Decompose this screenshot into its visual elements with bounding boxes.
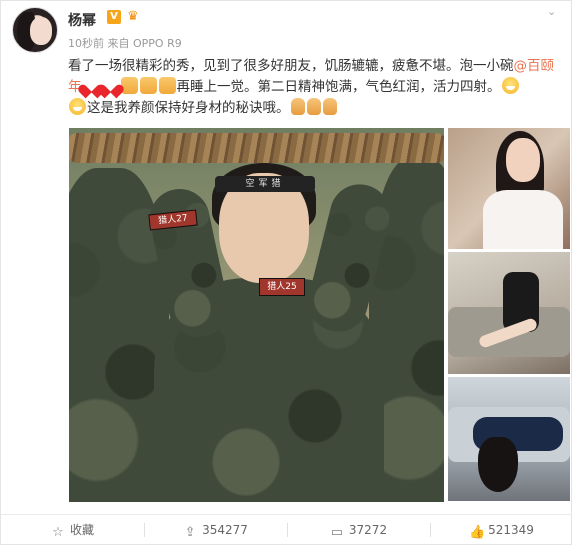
user-name[interactable]: 杨幂 xyxy=(68,10,96,30)
post-image-2[interactable] xyxy=(448,128,570,249)
comment-icon: ▭ xyxy=(330,525,344,540)
victory-emoji-icon xyxy=(322,98,337,115)
source-prefix: 来自 xyxy=(107,37,130,50)
thumbs-up-icon: 👍 xyxy=(469,525,486,540)
name-patch: 猎人25 xyxy=(259,278,305,296)
victory-emoji-icon xyxy=(290,98,305,115)
thumbs-up-emoji-icon xyxy=(158,77,176,94)
thumbs-up-emoji-icon xyxy=(139,77,157,94)
weibo-post-card: 杨幂 V ♛ ⌄ 10秒前 来自 OPPO R9 看了一场很精彩的秀，见到了很多… xyxy=(0,0,572,545)
post-meta: 10秒前 来自 OPPO R9 xyxy=(68,35,182,51)
grin-emoji-icon xyxy=(501,77,519,94)
post-main-image[interactable]: 空军猎 猎人25 猎人27 xyxy=(69,128,444,502)
star-icon: ☆ xyxy=(52,525,64,540)
share-icon: ⇪ xyxy=(184,525,196,540)
heart-emoji-icon xyxy=(102,77,119,94)
post-text-part2: 再睡上一觉。第二日精神饱满，气色红润，活力四射。 xyxy=(176,79,501,95)
post-image-3[interactable] xyxy=(448,252,570,374)
verified-badge-icon: V xyxy=(107,10,121,24)
crown-icon[interactable]: ♛ xyxy=(125,9,141,25)
post-text-part3: 这是我养颜保持好身材的秘诀哦。 xyxy=(87,100,290,116)
favorite-label: 收藏 xyxy=(69,523,94,537)
post-source[interactable]: OPPO R9 xyxy=(133,37,182,50)
post-text-part1: 看了一场很精彩的秀，见到了很多好朋友，饥肠辘辘，疲惫不堪。泡一小碗 xyxy=(68,58,514,74)
chevron-down-icon[interactable]: ⌄ xyxy=(547,6,561,17)
like-button[interactable]: 👍 521349 xyxy=(430,514,572,545)
post-image-4[interactable] xyxy=(448,377,570,501)
share-count: 354277 xyxy=(202,523,248,537)
grin-emoji-icon xyxy=(69,98,86,115)
share-button[interactable]: ⇪ 354277 xyxy=(144,514,287,545)
post-text: 看了一场很精彩的秀，见到了很多好朋友，饥肠辘辘，疲惫不堪。泡一小碗@百颐年 再睡上… xyxy=(68,56,566,119)
favorite-button[interactable]: ☆ 收藏 xyxy=(1,514,144,545)
headband-text: 空军猎 xyxy=(215,176,315,192)
user-avatar[interactable] xyxy=(12,7,58,53)
comment-button[interactable]: ▭ 37272 xyxy=(287,514,430,545)
like-count: 521349 xyxy=(488,523,534,537)
victory-emoji-icon xyxy=(306,98,321,115)
comment-count: 37272 xyxy=(348,523,388,537)
log xyxy=(69,133,444,163)
post-timestamp[interactable]: 10秒前 xyxy=(68,37,104,50)
